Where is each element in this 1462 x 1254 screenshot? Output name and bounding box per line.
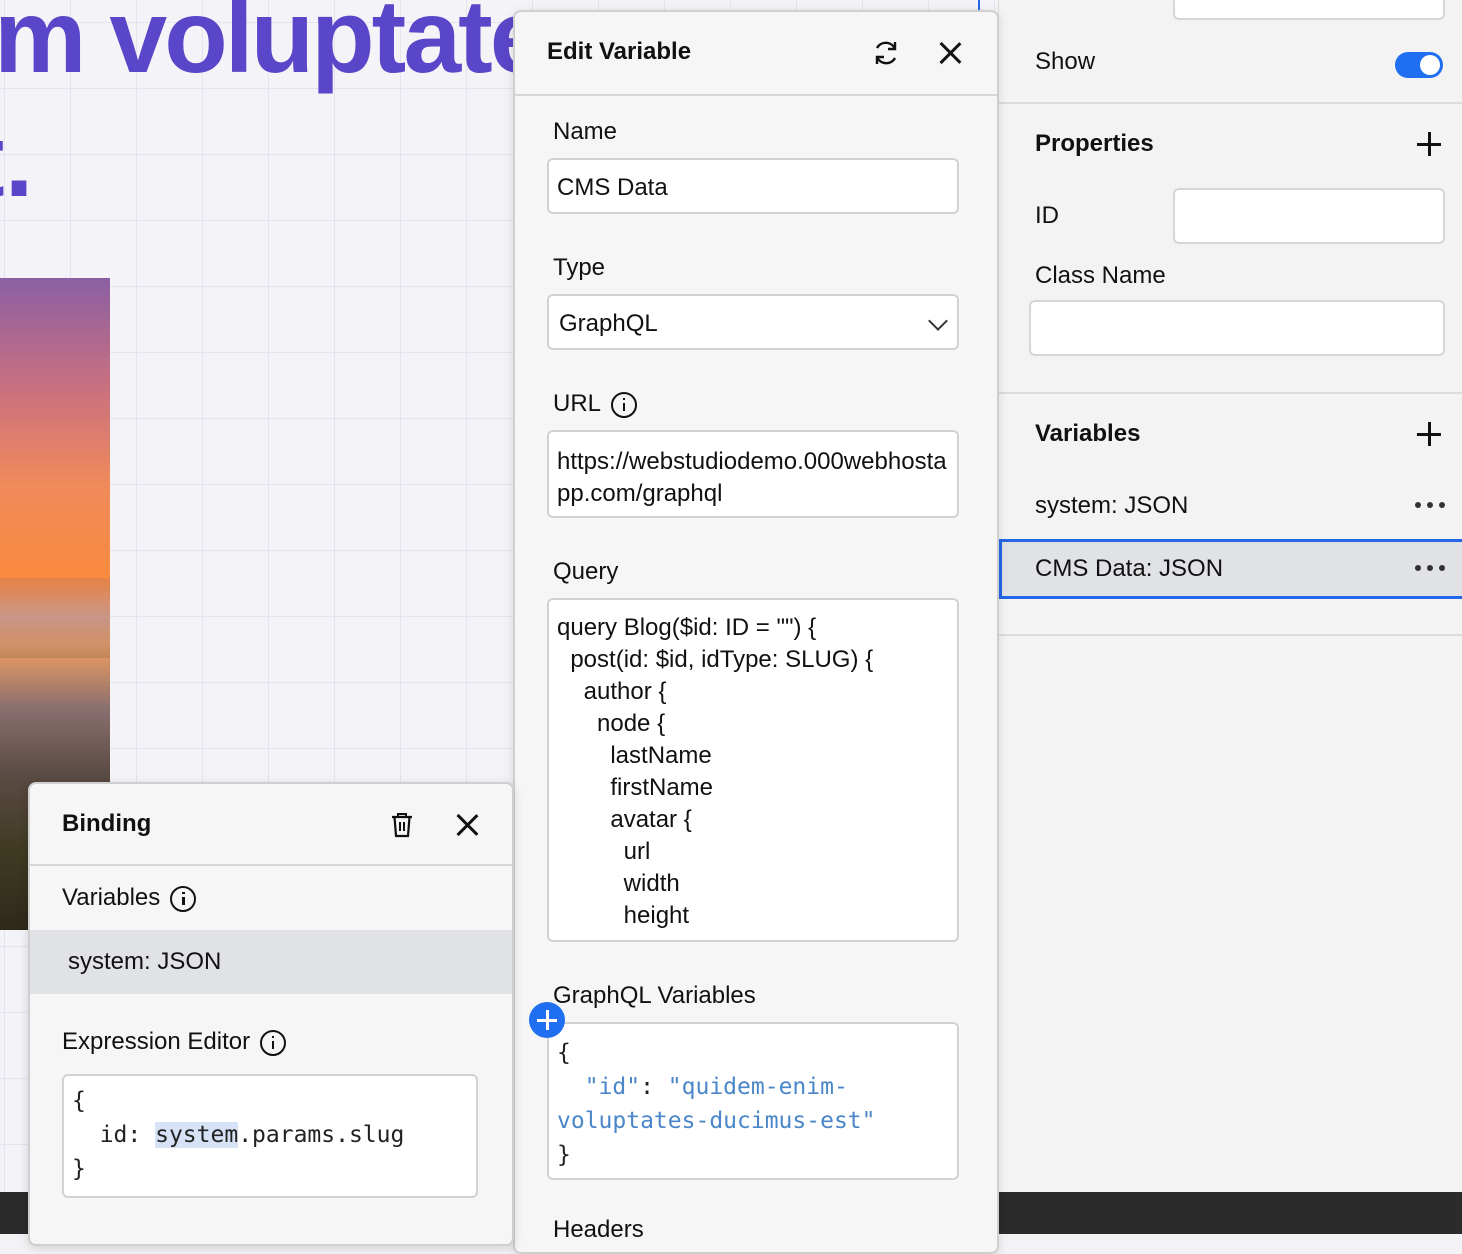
id-label: ID (1035, 202, 1059, 229)
show-toggle[interactable] (1395, 52, 1443, 78)
binding-dialog: Binding Variables system: JSON Expressio… (28, 782, 514, 1246)
trash-icon[interactable] (390, 812, 414, 838)
dialog-title: Binding (62, 810, 152, 837)
dialog-header: Binding (30, 784, 512, 866)
info-icon[interactable] (611, 391, 638, 418)
url-value: https://webstudiodemo.000webhostapp.com/… (557, 448, 947, 507)
toggle-knob (1420, 55, 1440, 75)
info-icon[interactable] (260, 1029, 287, 1056)
class-name-input[interactable] (1029, 300, 1445, 356)
divider (999, 634, 1462, 636)
edit-variable-dialog: Edit Variable Name CMS Data Type GraphQL… (513, 10, 999, 1254)
expression-editor-label: Expression Editor (62, 1028, 251, 1055)
variables-label: Variables (62, 884, 161, 911)
hero-heading-line1[interactable]: m voluptate (0, 0, 548, 97)
more-options-icon[interactable] (1415, 502, 1445, 510)
divider (999, 392, 1462, 394)
variable-item-label: system: JSON (68, 948, 222, 975)
name-input[interactable]: CMS Data (547, 158, 959, 214)
query-code: query Blog($id: ID = "") { post(id: $id,… (557, 614, 874, 929)
id-input[interactable] (1173, 188, 1445, 244)
type-label: Type (553, 254, 606, 281)
variable-item-label: system: JSON (1035, 492, 1189, 519)
dialog-header: Edit Variable (515, 12, 997, 96)
expression-editor[interactable]: { id: system.params.slug} (62, 1074, 478, 1198)
url-input[interactable]: https://webstudiodemo.000webhostapp.com/… (547, 430, 959, 518)
close-icon[interactable] (935, 38, 965, 68)
variable-item-system[interactable]: system: JSON (30, 930, 512, 994)
name-label: Name (553, 118, 618, 145)
top-select-field[interactable] (1173, 0, 1445, 20)
query-label: Query (553, 558, 619, 585)
graphql-variables-code: { "id": "quidem-enim-voluptates-ducimus-… (557, 1040, 876, 1168)
settings-panel: Show Properties ID Class Name Variables … (998, 0, 1462, 1192)
type-value: GraphQL (559, 310, 658, 337)
info-icon[interactable] (170, 885, 197, 912)
expression-editor-label-row: Expression Editor (62, 1028, 287, 1056)
graphql-variables-label: GraphQL Variables (553, 982, 756, 1009)
headers-label: Headers (553, 1216, 644, 1243)
chevron-down-icon (928, 311, 948, 331)
variables-heading: Variables (1035, 420, 1141, 447)
name-value: CMS Data (557, 174, 668, 201)
more-options-icon[interactable] (1415, 565, 1445, 573)
variable-item-system[interactable]: system: JSON (999, 476, 1462, 536)
type-select[interactable]: GraphQL (547, 294, 959, 350)
divider (999, 102, 1462, 104)
expression-code: { id: system.params.slug} (72, 1088, 405, 1182)
mist-overlay (0, 578, 110, 658)
variable-item-cms-data[interactable]: CMS Data: JSON (999, 539, 1462, 599)
add-property-plus-icon[interactable] (1415, 130, 1443, 158)
refresh-icon[interactable] (871, 38, 901, 68)
hero-heading-line2[interactable]: t. (0, 102, 34, 221)
variable-item-label: CMS Data: JSON (1035, 555, 1224, 582)
url-label-row: URL (553, 390, 638, 418)
add-binding-plus-icon[interactable] (529, 1002, 565, 1038)
class-name-label: Class Name (1035, 262, 1166, 289)
add-variable-plus-icon[interactable] (1415, 420, 1443, 448)
variables-label-row: Variables (62, 884, 197, 912)
url-label: URL (553, 390, 602, 417)
close-icon[interactable] (452, 810, 482, 840)
query-editor[interactable]: query Blog($id: ID = "") { post(id: $id,… (547, 598, 959, 942)
dialog-title: Edit Variable (547, 38, 692, 65)
graphql-variables-editor[interactable]: { "id": "quidem-enim-voluptates-ducimus-… (547, 1022, 959, 1180)
show-label: Show (1035, 48, 1096, 75)
properties-heading: Properties (1035, 130, 1154, 157)
